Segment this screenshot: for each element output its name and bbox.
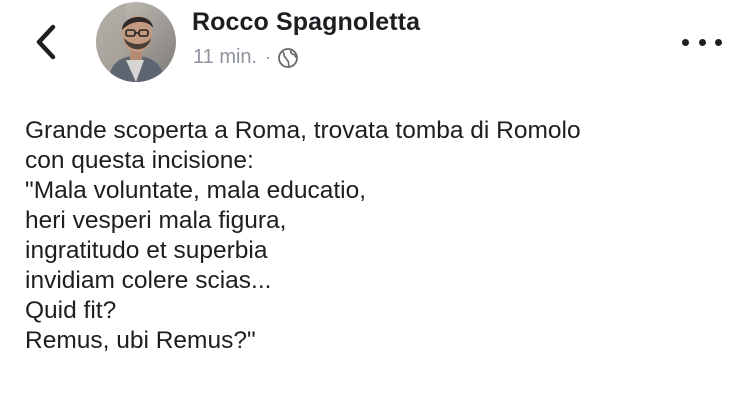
meta-separator: · (265, 47, 272, 67)
profile-photo (96, 2, 176, 82)
post-line: Grande scoperta a Roma, trovata tomba di… (25, 117, 581, 144)
post-line: heri vesperi mala figura, (25, 207, 287, 234)
author-name[interactable]: Rocco Spagnoletta (192, 8, 420, 37)
facebook-post: Rocco Spagnoletta 11 min. · Grande scope… (0, 0, 750, 410)
more-dots-icon (682, 38, 689, 46)
post-line: "Mala voluntate, mala educatio, (25, 177, 367, 204)
more-dot (698, 38, 706, 46)
post-meta: 11 min. · (193, 46, 299, 69)
post-text: Grande scoperta a Roma, trovata tomba di… (25, 116, 735, 356)
more-options-button[interactable] (682, 30, 722, 54)
chevron-left-icon (36, 24, 56, 60)
timestamp[interactable]: 11 min. (193, 46, 257, 69)
post-line: invidiam colere scias... (25, 267, 272, 294)
more-dot (715, 38, 722, 46)
post-line: con questa incisione: (25, 147, 254, 174)
back-button[interactable] (28, 22, 64, 62)
globe-icon[interactable] (277, 47, 299, 69)
avatar[interactable] (96, 2, 176, 82)
post-line: ingratitudo et superbia (25, 237, 268, 264)
post-line: Remus, ubi Remus?" (25, 327, 256, 354)
post-line: Quid fit? (25, 297, 117, 324)
